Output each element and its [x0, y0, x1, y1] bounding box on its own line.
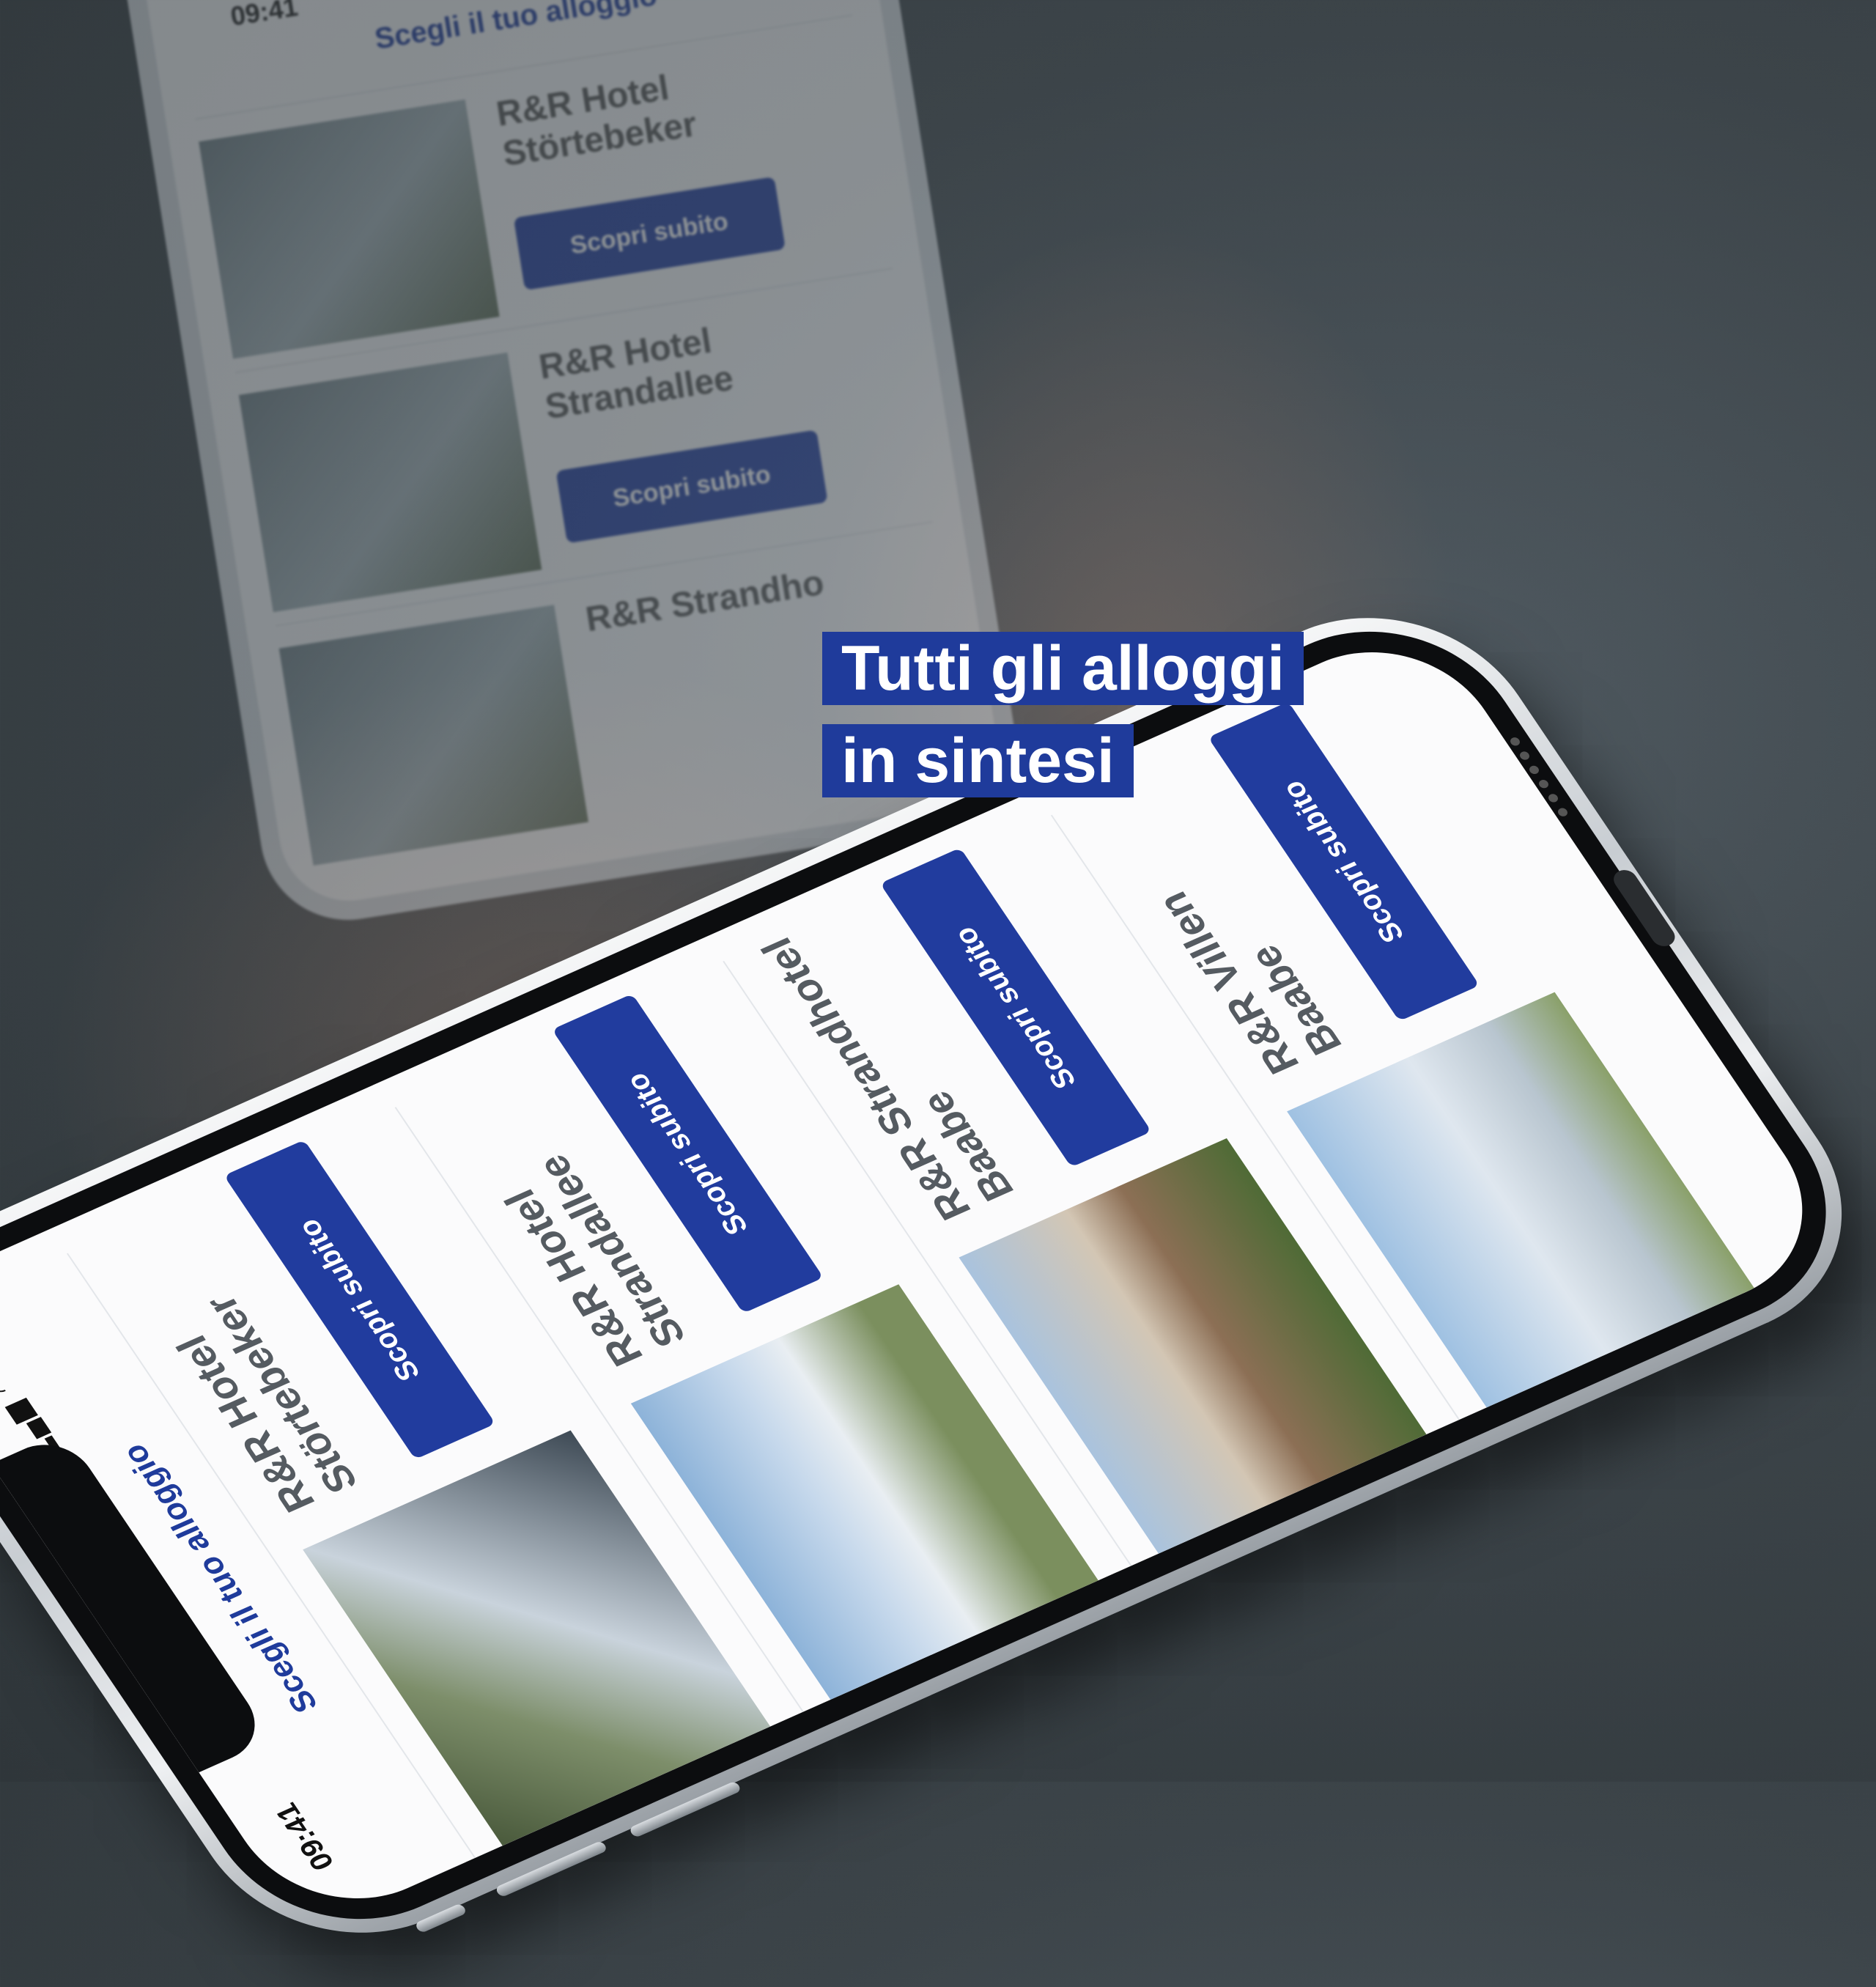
- headline-line-2: in sintesi: [822, 724, 1134, 797]
- headline-line-1: Tutti gli alloggi: [822, 632, 1304, 705]
- hotel-name: R&R Hotel Störtebeker: [493, 68, 700, 174]
- mute-switch: [414, 1903, 468, 1934]
- hotel-name: R&R Strandho: [583, 563, 827, 640]
- discover-button[interactable]: Scopri subito: [513, 177, 786, 291]
- status-time: 09:41: [268, 1798, 341, 1875]
- hotel-image: [278, 605, 588, 866]
- hotel-image: [199, 99, 500, 359]
- background-phone-time: 09:41: [228, 0, 300, 32]
- discover-button[interactable]: Scopri subito: [555, 430, 828, 544]
- hotel-image: [238, 352, 542, 613]
